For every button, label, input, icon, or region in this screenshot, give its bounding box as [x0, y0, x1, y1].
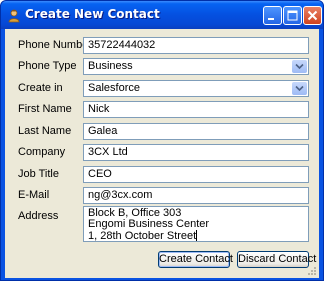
- phone-number-label: Phone Number: [18, 39, 92, 51]
- dropdown-button[interactable]: [292, 82, 307, 95]
- minimize-button[interactable]: [263, 6, 282, 25]
- email-field[interactable]: ng@3cx.com: [83, 187, 309, 204]
- chevron-down-icon: [295, 85, 304, 92]
- address-line: Engomi Business Center: [88, 218, 210, 230]
- address-line: 1, 28th October Street: [88, 230, 197, 242]
- dialog-window: Create New Contact Phone Number 35722444…: [0, 0, 324, 281]
- first-name-label: First Name: [18, 103, 72, 115]
- address-field[interactable]: Block B, Office 303 Engomi Business Cent…: [83, 206, 309, 242]
- create-in-select[interactable]: Salesforce: [83, 80, 309, 97]
- window-title: Create New Contact: [25, 7, 160, 21]
- resize-grip-icon[interactable]: [306, 265, 317, 276]
- phone-type-select[interactable]: Business: [83, 58, 309, 75]
- email-label: E-Mail: [18, 189, 50, 201]
- maximize-icon: [287, 10, 298, 21]
- last-name-field[interactable]: Galea: [83, 123, 309, 140]
- phone-type-label: Phone Type: [18, 60, 77, 72]
- job-title-label: Job Title: [18, 168, 59, 180]
- contact-person-icon: [7, 8, 21, 23]
- company-label: Company: [18, 146, 66, 158]
- job-title-field[interactable]: CEO: [83, 166, 309, 183]
- close-icon: [307, 10, 318, 21]
- dropdown-button[interactable]: [292, 60, 307, 73]
- company-field[interactable]: 3CX Ltd: [83, 144, 309, 161]
- create-contact-button[interactable]: Create Contact: [158, 251, 233, 268]
- phone-number-field[interactable]: 35722444032: [83, 37, 309, 54]
- first-name-field[interactable]: Nick: [83, 101, 309, 118]
- dialog-body: Phone Number 35722444032 Phone Type Busi…: [5, 29, 319, 278]
- create-in-label: Create in: [18, 82, 63, 94]
- phone-type-value: Business: [88, 60, 133, 72]
- last-name-label: Last Name: [18, 125, 72, 137]
- title-bar[interactable]: Create New Contact: [1, 1, 323, 29]
- address-label: Address: [18, 210, 59, 222]
- text-caret: [196, 230, 198, 241]
- chevron-down-icon: [295, 63, 304, 70]
- discard-contact-button[interactable]: Discard Contact: [237, 251, 316, 268]
- maximize-button[interactable]: [283, 6, 302, 25]
- create-in-value: Salesforce: [88, 82, 140, 94]
- close-button[interactable]: [303, 6, 322, 25]
- minimize-icon: [268, 18, 274, 20]
